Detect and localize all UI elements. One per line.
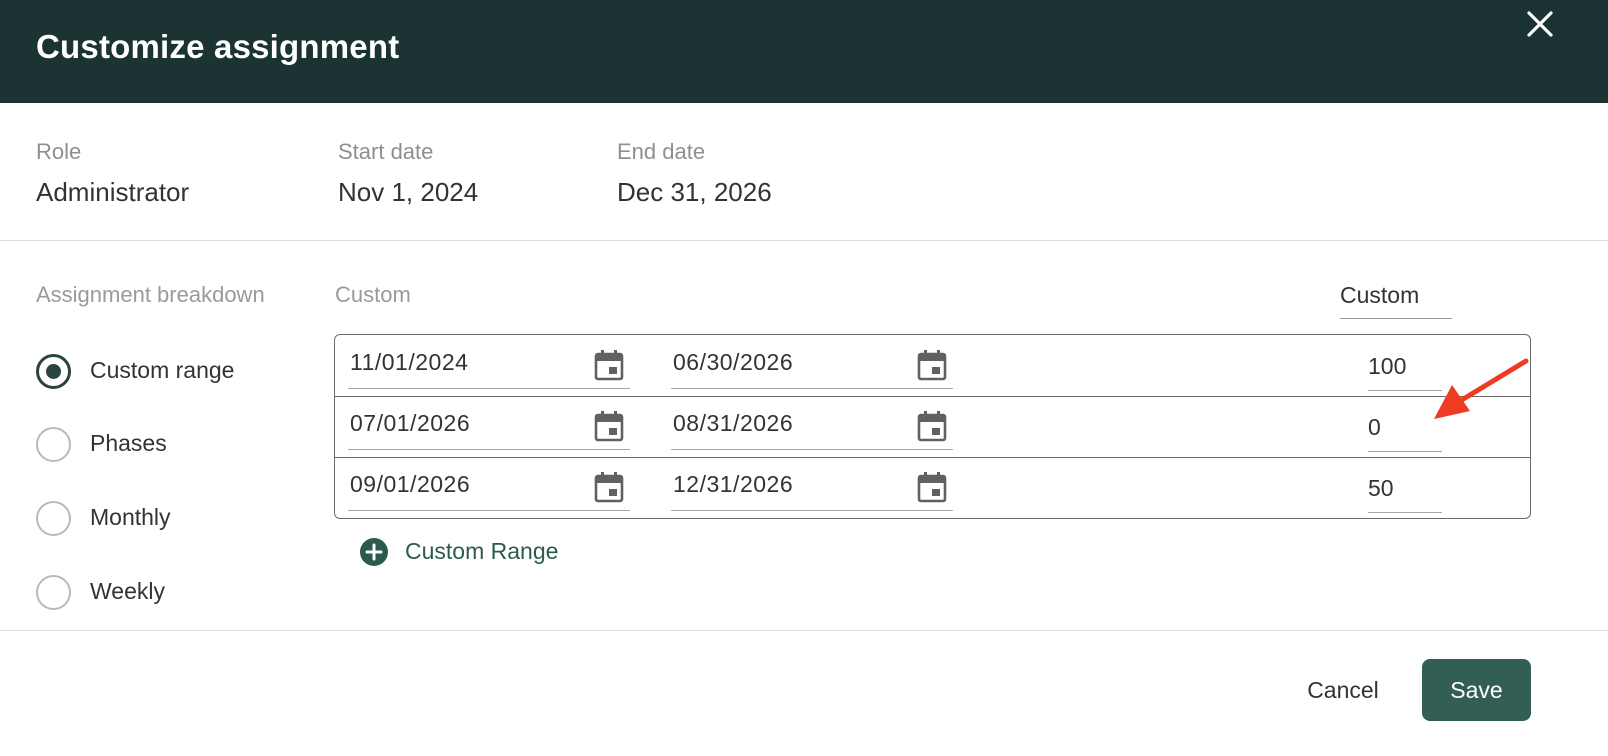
divider-top: [0, 240, 1608, 241]
calendar-icon[interactable]: [594, 349, 624, 381]
close-button[interactable]: [1524, 8, 1556, 40]
start-date-input[interactable]: 09/01/2026: [348, 457, 630, 511]
breakdown-label: Assignment breakdown: [36, 282, 265, 307]
radio-label: Weekly: [90, 578, 165, 604]
calendar-icon[interactable]: [917, 410, 947, 442]
dialog-title: Customize assignment: [36, 28, 400, 65]
custom-range-table: 11/01/2024 06/30/2026 100 07/01/2026 08/…: [334, 334, 1531, 519]
start-date-text: 09/01/2026: [350, 471, 471, 497]
calendar-icon[interactable]: [917, 471, 947, 503]
end-date-text: 06/30/2026: [673, 349, 794, 375]
radio-selected-icon: [36, 354, 71, 389]
radio-unselected-icon: [36, 427, 71, 462]
calendar-icon[interactable]: [594, 410, 624, 442]
end-date-input[interactable]: 06/30/2026: [671, 335, 953, 389]
start-date-input[interactable]: 11/01/2024: [348, 335, 630, 389]
add-custom-range-label: Custom Range: [405, 538, 559, 564]
dialog-header: Customize assignment: [0, 0, 1608, 103]
close-icon: [1527, 11, 1553, 37]
plus-circle-icon: [360, 538, 388, 566]
range-row: 11/01/2024 06/30/2026 100: [335, 335, 1530, 396]
calendar-icon[interactable]: [917, 349, 947, 381]
allocation-value: 0: [1368, 414, 1381, 440]
range-row: 09/01/2026 12/31/2026 50: [335, 457, 1530, 518]
radio-label: Monthly: [90, 504, 171, 530]
start-date-text: 07/01/2026: [350, 410, 471, 436]
allocation-input[interactable]: 50: [1368, 457, 1442, 513]
end-date-input[interactable]: 12/31/2026: [671, 457, 953, 511]
end-date-text: 12/31/2026: [673, 471, 794, 497]
start-date-text: 11/01/2024: [350, 349, 469, 375]
start-date-label: Start date: [338, 139, 434, 164]
end-date-value: Dec 31, 2026: [617, 177, 772, 207]
allocation-value: 50: [1368, 475, 1394, 501]
radio-label: Custom range: [90, 357, 235, 383]
end-date-text: 08/31/2026: [673, 410, 794, 436]
role-value: Administrator: [36, 177, 190, 207]
custom-column-underline: [1340, 318, 1452, 319]
allocation-value: 100: [1368, 353, 1407, 379]
divider-bottom: [0, 630, 1608, 631]
annotation-arrow-icon: [1434, 358, 1529, 419]
calendar-icon[interactable]: [594, 471, 624, 503]
range-row: 07/01/2026 08/31/2026 0: [335, 396, 1530, 457]
radio-unselected-icon: [36, 501, 71, 536]
custom-section-label: Custom: [335, 282, 411, 307]
end-date-input[interactable]: 08/31/2026: [671, 396, 953, 450]
radio-unselected-icon: [36, 575, 71, 610]
start-date-value: Nov 1, 2024: [338, 177, 479, 207]
role-label: Role: [36, 139, 82, 164]
end-date-label: End date: [617, 139, 706, 164]
cancel-button[interactable]: Cancel: [1290, 670, 1396, 710]
save-button[interactable]: Save: [1422, 659, 1531, 721]
radio-label: Phases: [90, 430, 167, 456]
custom-column-header[interactable]: Custom: [1340, 282, 1419, 309]
start-date-input[interactable]: 07/01/2026: [348, 396, 630, 450]
